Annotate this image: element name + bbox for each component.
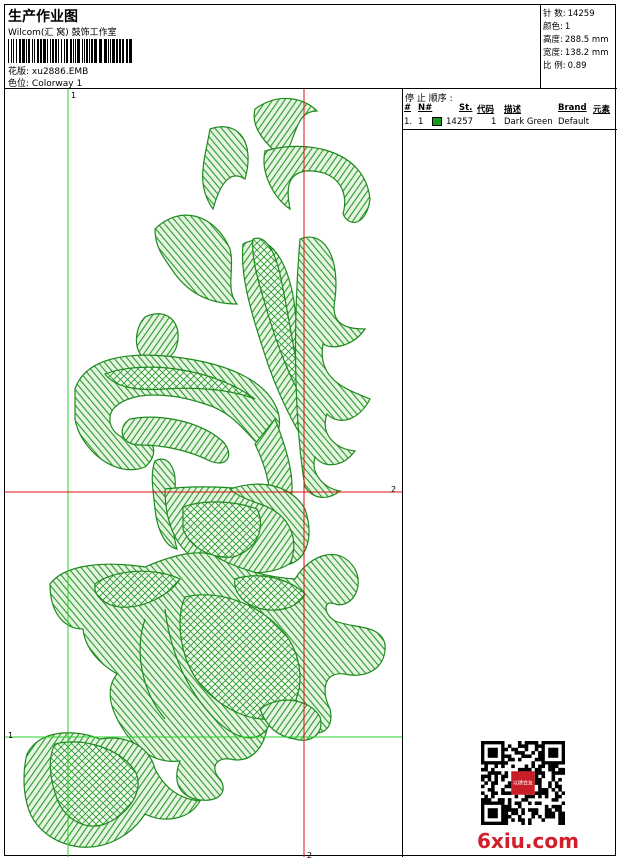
col-description: 描述 <box>504 105 522 115</box>
colorway-label: 色位: <box>8 79 30 89</box>
row-code: 1 <box>491 117 497 127</box>
col-n: N# <box>418 103 433 113</box>
guide-label-right: 2 <box>391 485 397 494</box>
row-index: 1. <box>404 117 413 127</box>
colorway: 色位: Colorway 1 <box>8 76 82 89</box>
qr-code: 以绣会友 <box>481 741 565 825</box>
stat-height: 高度: 288.5 mm <box>543 35 609 45</box>
guide-label-left: 1 <box>8 731 14 740</box>
design-preview: 1 1 2 2 <box>5 89 403 860</box>
stat-colors: 颜色: 1 <box>543 22 571 32</box>
col-code: 代码 <box>477 105 495 115</box>
stat-width: 宽度: 138.2 mm <box>543 48 609 58</box>
stop-sequence-panel: 停 止 顺序 : # N# St. 代码 描述 Brand 元素 1. 1 14… <box>403 89 617 857</box>
thread-color-swatch <box>432 117 442 126</box>
left-curl-leaf <box>74 354 281 471</box>
barcode <box>8 39 132 63</box>
stat-scale: 比 例: 0.89 <box>543 61 587 71</box>
embroidery-artwork <box>5 89 402 857</box>
col-element: 元素 <box>593 105 611 115</box>
panel-divider <box>403 129 617 130</box>
qr-badge-text: 以绣会友 <box>513 780 533 787</box>
watermark: 6xiu.com <box>477 829 579 853</box>
row-description: Dark Green <box>504 117 553 127</box>
sheet-title: 生产作业图 <box>8 9 78 25</box>
guide-label-bottom: 2 <box>307 851 313 860</box>
stat-stitches: 针 数: 14259 <box>543 9 595 19</box>
row-stitches: 14257 <box>446 117 474 127</box>
colorway-value: Colorway 1 <box>31 79 83 89</box>
col-brand: Brand <box>558 103 587 113</box>
col-stitches: St. <box>459 103 473 113</box>
company-name: Wilcom(汇 窝) 鼓饰工作室 <box>8 28 117 38</box>
guide-label-top: 1 <box>71 91 77 100</box>
header-info: 生产作业图 Wilcom(汇 窝) 鼓饰工作室 花版: xu2886.EMB 色… <box>5 5 541 89</box>
production-worksheet: 生产作业图 Wilcom(汇 窝) 鼓饰工作室 花版: xu2886.EMB 色… <box>4 4 617 860</box>
col-index: # <box>404 103 412 113</box>
design-stats: 针 数: 14259 颜色: 1 高度: 288.5 mm 宽度: 138.2 mm 比… <box>541 5 617 89</box>
row-n: 1 <box>418 117 424 127</box>
row-brand: Default <box>558 117 590 127</box>
